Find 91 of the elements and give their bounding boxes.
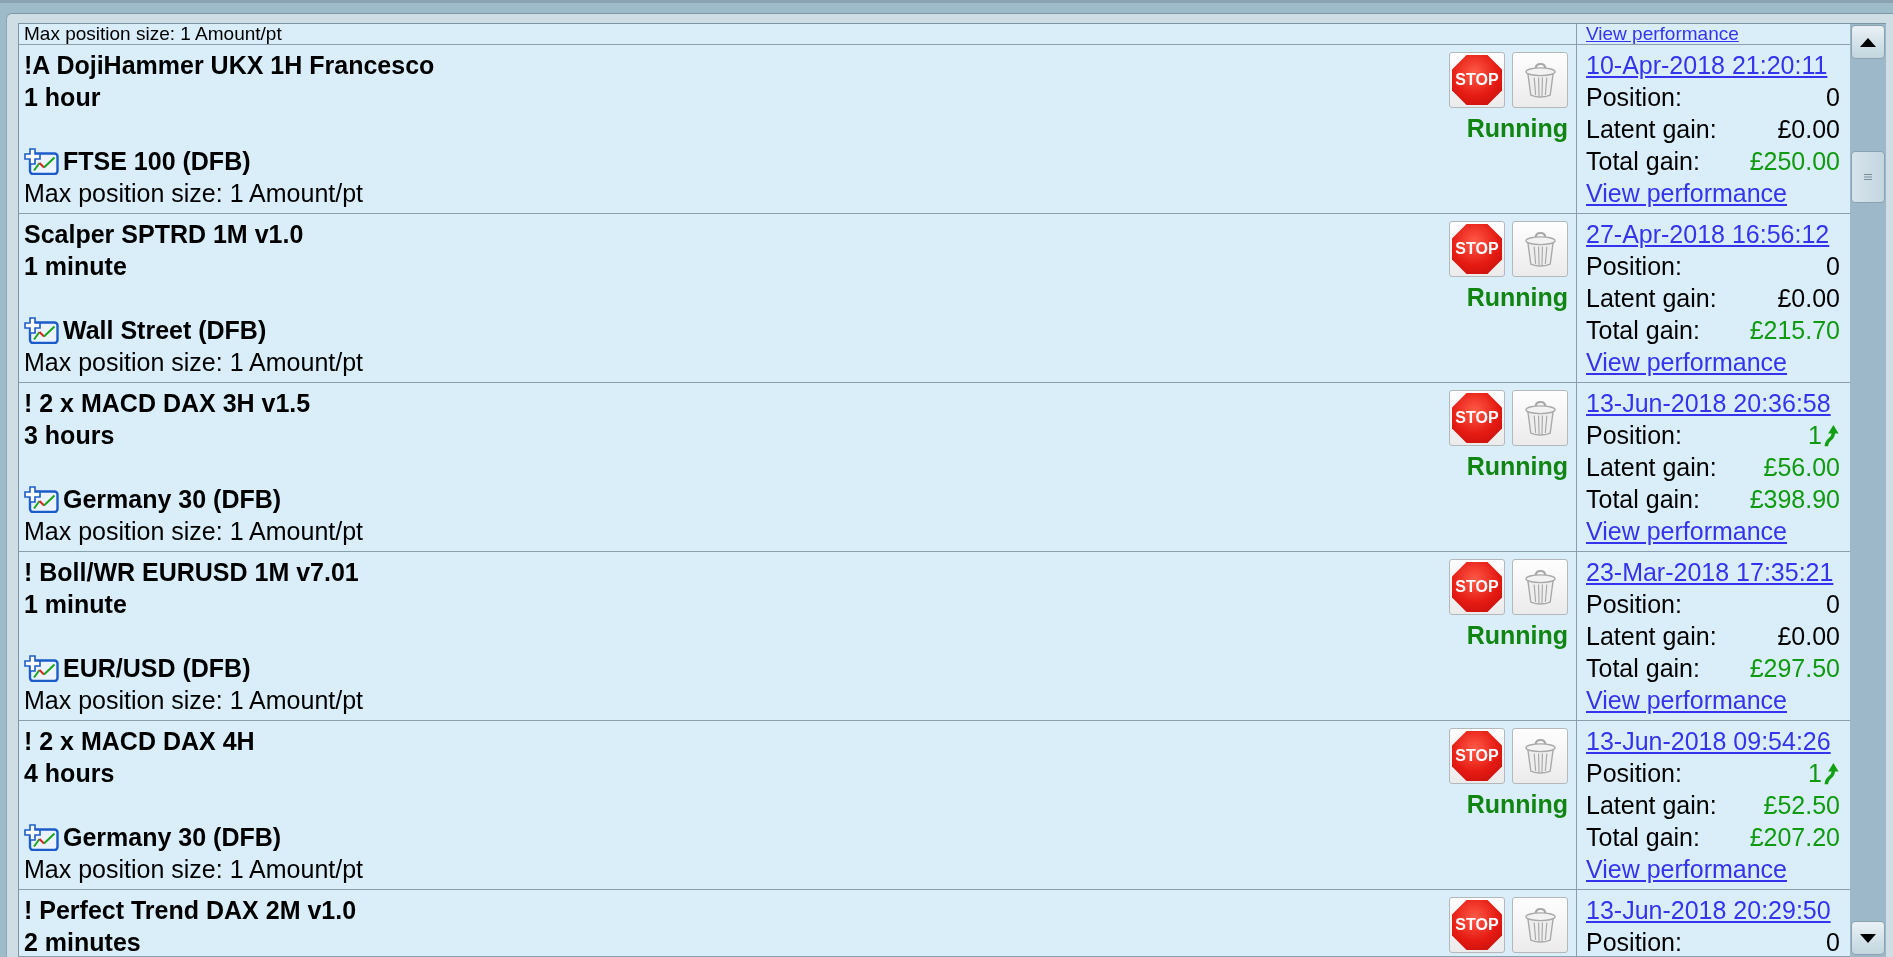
max-position-text: Max position size: 1 Amount/pt bbox=[24, 517, 364, 545]
max-position-text: Max position size: 1 Amount/pt bbox=[24, 179, 364, 207]
view-performance-link[interactable]: View performance bbox=[1586, 348, 1788, 376]
start-time-link[interactable]: 13-Jun-2018 20:29:50 bbox=[1586, 896, 1831, 924]
market-name: EUR/USD (DFB) bbox=[63, 654, 251, 682]
stat-label: Position: bbox=[1586, 421, 1682, 449]
stat-value: £398.90 bbox=[1749, 485, 1840, 513]
trash-icon bbox=[1523, 906, 1557, 944]
view-performance-link[interactable]: View performance bbox=[1586, 24, 1739, 44]
stat-label: Total gain: bbox=[1586, 147, 1700, 175]
start-time-link[interactable]: 23-Mar-2018 17:35:21 bbox=[1586, 558, 1834, 586]
market-name: FTSE 100 (DFB) bbox=[63, 147, 251, 175]
stat-label: Position: bbox=[1586, 928, 1682, 956]
timeframe-text: 2 minutes bbox=[24, 928, 141, 956]
stat-label: Latent gain: bbox=[1586, 115, 1717, 143]
scrollbar-thumb[interactable] bbox=[1851, 151, 1885, 203]
max-position-text: Max position size: 1 Amount/pt bbox=[24, 24, 282, 44]
trash-icon bbox=[1523, 61, 1557, 99]
view-performance-link[interactable]: View performance bbox=[1586, 686, 1788, 714]
view-performance-link[interactable]: View performance bbox=[1586, 179, 1788, 207]
stat-label: Latent gain: bbox=[1586, 453, 1717, 481]
view-performance-link[interactable]: View performance bbox=[1586, 855, 1788, 883]
stat-label: Total gain: bbox=[1586, 316, 1700, 344]
stat-value: £250.00 bbox=[1749, 147, 1840, 175]
stat-label: Position: bbox=[1586, 590, 1682, 618]
stat-value: £52.50 bbox=[1763, 791, 1840, 819]
stat-value: 0 bbox=[1826, 252, 1840, 280]
max-position-text: Max position size: 1 Amount/pt bbox=[24, 348, 364, 376]
stat-label: Latent gain: bbox=[1586, 284, 1717, 312]
trash-icon bbox=[1523, 230, 1557, 268]
stat-label: Position: bbox=[1586, 759, 1682, 787]
stat-value: 0 bbox=[1826, 83, 1840, 111]
start-time-link[interactable]: 13-Jun-2018 20:36:58 bbox=[1586, 389, 1831, 417]
stat-label: Total gain: bbox=[1586, 654, 1700, 682]
start-time-link[interactable]: 27-Apr-2018 16:56:12 bbox=[1586, 220, 1830, 248]
timeframe-text: 1 minute bbox=[24, 590, 127, 618]
stat-value: £207.20 bbox=[1749, 823, 1840, 851]
timeframe-text: 1 minute bbox=[24, 252, 127, 280]
strategy-name: !A DojiHammer UKX 1H Francesco bbox=[24, 51, 435, 79]
timeframe-text: 3 hours bbox=[24, 421, 115, 449]
scrollbar-track[interactable] bbox=[1850, 24, 1886, 957]
stat-value: 1 bbox=[1808, 421, 1822, 449]
trash-icon bbox=[1523, 568, 1557, 606]
up-triangle-icon bbox=[1860, 37, 1876, 47]
stop-button[interactable]: STOP bbox=[1449, 897, 1505, 953]
stat-label: Latent gain: bbox=[1586, 791, 1717, 819]
stat-value: 0 bbox=[1826, 928, 1840, 956]
scroll-up-button[interactable] bbox=[1851, 25, 1885, 59]
stat-value: 1 bbox=[1808, 759, 1822, 787]
trash-icon bbox=[1523, 399, 1557, 437]
max-position-text: Max position size: 1 Amount/pt bbox=[24, 686, 364, 714]
status-text: Running bbox=[1466, 452, 1568, 480]
status-text: Running bbox=[1466, 283, 1568, 311]
strategy-name: ! Perfect Trend DAX 2M v1.0 bbox=[24, 896, 357, 924]
strategy-name: Scalper SPTRD 1M v1.0 bbox=[24, 220, 304, 248]
stat-label: Total gain: bbox=[1586, 485, 1700, 513]
status-text: Running bbox=[1466, 790, 1568, 818]
timeframe-text: 4 hours bbox=[24, 759, 115, 787]
stop-button[interactable]: STOP bbox=[1449, 559, 1505, 615]
stat-value: £0.00 bbox=[1777, 622, 1840, 650]
stat-value: £56.00 bbox=[1763, 453, 1840, 481]
timeframe-text: 1 hour bbox=[24, 83, 101, 111]
stat-value: £297.50 bbox=[1749, 654, 1840, 682]
start-time-link[interactable]: 10-Apr-2018 21:20:11 bbox=[1586, 51, 1828, 79]
stop-button[interactable]: STOP bbox=[1449, 52, 1505, 108]
strategy-name: ! Boll/WR EURUSD 1M v7.01 bbox=[24, 558, 359, 586]
start-time-link[interactable]: 13-Jun-2018 09:54:26 bbox=[1586, 727, 1831, 755]
status-text: Running bbox=[1466, 621, 1568, 649]
stop-button[interactable]: STOP bbox=[1449, 728, 1505, 784]
down-triangle-icon bbox=[1860, 933, 1876, 943]
strategy-name: ! 2 x MACD DAX 3H v1.5 bbox=[24, 389, 311, 417]
stat-value: £215.70 bbox=[1749, 316, 1840, 344]
stat-value: 0 bbox=[1826, 590, 1840, 618]
trash-icon bbox=[1523, 737, 1557, 775]
stat-label: Position: bbox=[1586, 252, 1682, 280]
stop-button[interactable]: STOP bbox=[1449, 390, 1505, 446]
market-name: Germany 30 (DFB) bbox=[63, 485, 282, 513]
max-position-text: Max position size: 1 Amount/pt bbox=[24, 855, 364, 883]
market-name: Germany 30 (DFB) bbox=[63, 823, 282, 851]
stat-label: Latent gain: bbox=[1586, 622, 1717, 650]
stop-button[interactable]: STOP bbox=[1449, 221, 1505, 277]
status-text: Running bbox=[1466, 114, 1568, 142]
stat-value: £0.00 bbox=[1777, 284, 1840, 312]
view-performance-link[interactable]: View performance bbox=[1586, 517, 1788, 545]
market-name: Wall Street (DFB) bbox=[63, 316, 267, 344]
stat-label: Position: bbox=[1586, 83, 1682, 111]
grip-icon bbox=[1864, 174, 1872, 180]
stat-value: £0.00 bbox=[1777, 115, 1840, 143]
strategy-name: ! 2 x MACD DAX 4H bbox=[24, 727, 255, 755]
scroll-down-button[interactable] bbox=[1851, 921, 1885, 955]
stat-label: Total gain: bbox=[1586, 823, 1700, 851]
